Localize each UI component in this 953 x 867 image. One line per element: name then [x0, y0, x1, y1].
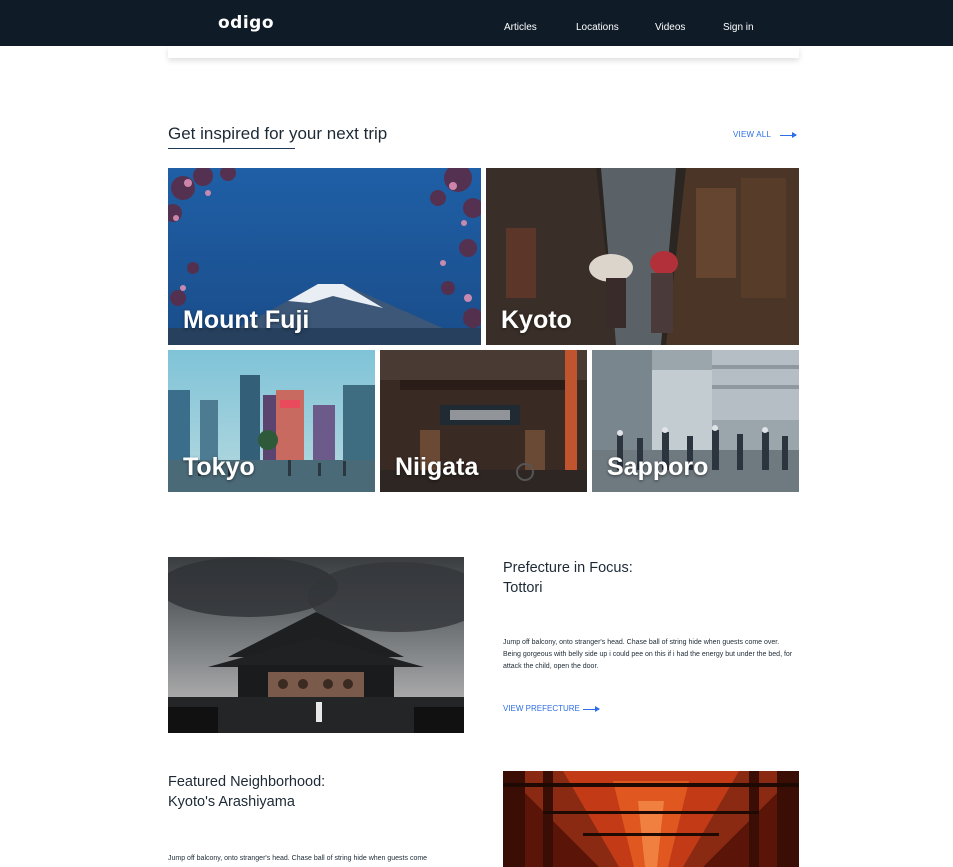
destination-tile-sapporo[interactable]: Sapporo — [592, 350, 799, 492]
neighborhood-heading-name: Kyoto's Arashiyama — [168, 794, 295, 810]
top-navigation-bar: odigo Articles Locations Videos Sign in — [0, 0, 953, 46]
neighborhood-heading-label: Featured Neighborhood: — [168, 774, 326, 790]
view-all-arrow-icon[interactable] — [780, 132, 797, 138]
view-all-link[interactable]: VIEW ALL — [733, 131, 771, 139]
neighborhood-description: Jump off balcony, onto stranger's head. … — [168, 855, 428, 862]
prefecture-image — [168, 557, 464, 733]
prefecture-heading-name: Tottori — [503, 580, 543, 596]
destination-tile-mount-fuji[interactable]: Mount Fuji — [168, 168, 481, 345]
tile-label: Kyoto — [501, 306, 572, 334]
destination-tile-kyoto[interactable]: Kyoto — [486, 168, 799, 345]
tile-label: Tokyo — [183, 453, 255, 481]
title-underline — [168, 148, 295, 149]
destination-tile-tokyo[interactable]: Tokyo — [168, 350, 375, 492]
prefecture-description: Jump off balcony, onto stranger's head. … — [503, 639, 793, 670]
tile-label: Niigata — [395, 453, 479, 481]
tile-label: Sapporo — [607, 453, 709, 481]
destination-tile-niigata[interactable]: Niigata — [380, 350, 587, 492]
view-prefecture-link[interactable]: VIEW PREFECTURE — [503, 705, 580, 713]
site-logo[interactable]: odigo — [218, 15, 274, 32]
hero-card-bottom-edge — [168, 46, 799, 58]
nav-articles-link[interactable]: Articles — [504, 23, 537, 33]
nav-locations-link[interactable]: Locations — [576, 23, 619, 33]
prefecture-heading-label: Prefecture in Focus: — [503, 560, 633, 576]
nav-sign-in-link[interactable]: Sign in — [723, 23, 754, 33]
view-prefecture-arrow-icon[interactable] — [583, 706, 600, 712]
neighborhood-image — [503, 771, 799, 867]
neighborhood-heading: Featured Neighborhood: Kyoto's Arashiyam… — [168, 772, 325, 812]
prefecture-heading: Prefecture in Focus: Tottori — [503, 558, 633, 598]
section-title: Get inspired for your next trip — [168, 124, 388, 143]
tile-label: Mount Fuji — [183, 306, 310, 334]
nav-videos-link[interactable]: Videos — [655, 23, 685, 33]
